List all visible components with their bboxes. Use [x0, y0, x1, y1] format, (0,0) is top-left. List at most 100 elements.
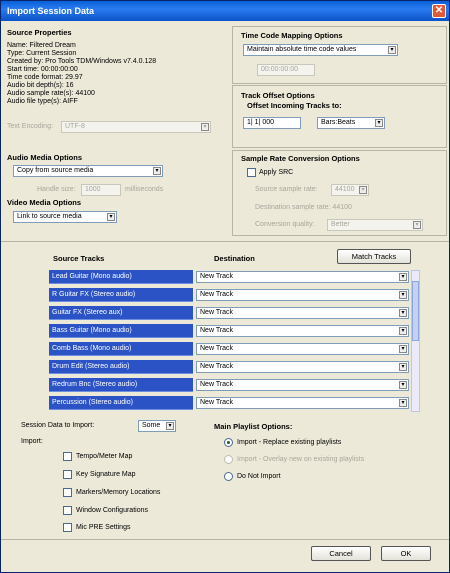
- footer-divider: [1, 539, 449, 540]
- chevron-down-icon: ▾: [399, 345, 407, 353]
- destination-value: New Track: [200, 327, 234, 334]
- playlist-replace-label: Import - Replace existing playlists: [237, 439, 342, 446]
- chevron-down-icon: ▾: [399, 399, 407, 407]
- track-row[interactable]: Bass Guitar (Mono audio) New Track ▾: [49, 324, 409, 338]
- chevron-down-icon: ▾: [399, 273, 407, 281]
- prop-line: Audio sample rate(s): 44100: [7, 90, 95, 97]
- destination-rate-label: Destination sample rate: 44100: [255, 204, 352, 211]
- source-track-name[interactable]: R Guitar FX (Stereo audio): [49, 288, 193, 302]
- destination-select[interactable]: New Track ▾: [196, 325, 409, 337]
- handle-size-value: 1000: [85, 186, 101, 193]
- window-title: Import Session Data: [7, 6, 95, 16]
- source-properties-panel: Source Properties Name: Filtered Dream T…: [5, 26, 230, 148]
- source-rate-value: 44100: [335, 186, 355, 193]
- track-offset-unit: Bars:Beats: [321, 119, 356, 126]
- source-track-name[interactable]: Percussion (Stereo audio): [49, 396, 193, 410]
- audio-media-select[interactable]: Copy from source media ▾: [13, 165, 163, 177]
- cancel-button[interactable]: Cancel: [311, 546, 371, 561]
- destination-value: New Track: [200, 309, 234, 316]
- destination-value: New Track: [200, 273, 234, 280]
- track-offset-unit-select[interactable]: Bars:Beats ▾: [317, 117, 385, 129]
- apply-src-label: Apply SRC: [259, 169, 294, 176]
- playlist-overlay-label: Import - Overlay new on existing playlis…: [237, 456, 365, 463]
- playlist-replace-radio[interactable]: [224, 438, 233, 447]
- conversion-quality-select[interactable]: Better ▾: [327, 219, 423, 231]
- conversion-quality-value: Better: [331, 221, 350, 228]
- time-code-value: 00:00:00:00: [261, 66, 298, 73]
- source-properties-heading: Source Properties: [7, 28, 72, 37]
- prop-line: Created by: Pro Tools TDM/Windows v7.4.0…: [7, 58, 157, 65]
- source-track-name[interactable]: Comb Bass (Mono audio): [49, 342, 193, 356]
- track-list-scrollbar[interactable]: [411, 270, 420, 412]
- prop-line: Audio bit depth(s): 16: [7, 82, 74, 89]
- chevron-down-icon: ▾: [399, 363, 407, 371]
- destination-value: New Track: [200, 291, 234, 298]
- title-bar: Import Session Data ✕: [1, 1, 449, 21]
- scrollbar-thumb[interactable]: [412, 281, 419, 341]
- session-data-value: Some: [142, 422, 161, 429]
- destination-select[interactable]: New Track ▾: [196, 361, 409, 373]
- track-row[interactable]: Percussion (Stereo audio) New Track ▾: [49, 396, 409, 410]
- source-track-name[interactable]: Bass Guitar (Mono audio): [49, 324, 193, 338]
- source-track-name[interactable]: Lead Guitar (Mono audio): [49, 270, 193, 284]
- track-row[interactable]: R Guitar FX (Stereo audio) New Track ▾: [49, 288, 409, 302]
- track-row[interactable]: Lead Guitar (Mono audio) New Track ▾: [49, 270, 409, 284]
- track-row[interactable]: Comb Bass (Mono audio) New Track ▾: [49, 342, 409, 356]
- sample-rate-heading: Sample Rate Conversion Options: [241, 154, 360, 163]
- key-signature-checkbox[interactable]: [63, 470, 72, 479]
- time-code-option: Maintain absolute time code values: [247, 46, 357, 53]
- track-row[interactable]: Redrum Bnc (Stereo audio) New Track ▾: [49, 378, 409, 392]
- handle-size-label: Handle size:: [37, 186, 76, 193]
- track-offset-value: 1| 1| 000: [247, 119, 274, 126]
- time-code-field[interactable]: 00:00:00:00: [257, 64, 315, 76]
- session-data-label: Session Data to Import:: [21, 422, 95, 429]
- track-offset-field[interactable]: 1| 1| 000: [243, 117, 301, 129]
- match-tracks-button[interactable]: Match Tracks: [337, 249, 411, 264]
- source-track-name[interactable]: Drum Edit (Stereo audio): [49, 360, 193, 374]
- session-data-select[interactable]: Some ▾: [138, 420, 176, 432]
- chevron-down-icon: ▾: [413, 221, 421, 229]
- playlist-overlay-radio[interactable]: [224, 455, 233, 464]
- destination-select[interactable]: New Track ▾: [196, 343, 409, 355]
- video-media-select[interactable]: Link to source media ▾: [13, 211, 117, 223]
- mic-pre-label: Mic PRE Settings: [76, 524, 131, 531]
- text-encoding-label: Text Encoding:: [7, 123, 53, 130]
- video-media-option: Link to source media: [17, 213, 82, 220]
- destination-select[interactable]: New Track ▾: [196, 379, 409, 391]
- mic-pre-checkbox[interactable]: [63, 523, 72, 532]
- apply-src-checkbox[interactable]: [247, 168, 256, 177]
- destination-value: New Track: [200, 345, 234, 352]
- track-row[interactable]: Drum Edit (Stereo audio) New Track ▾: [49, 360, 409, 374]
- source-track-name[interactable]: Redrum Bnc (Stereo audio): [49, 378, 193, 392]
- close-icon[interactable]: ✕: [432, 4, 446, 18]
- track-offset-heading: Track Offset Options: [241, 91, 315, 100]
- playlist-none-radio[interactable]: [224, 472, 233, 481]
- text-encoding-value: UTF-8: [65, 123, 85, 130]
- time-code-panel: Time Code Mapping Options Maintain absol…: [232, 26, 447, 84]
- markers-checkbox[interactable]: [63, 488, 72, 497]
- destination-select[interactable]: New Track ▾: [196, 397, 409, 409]
- destination-select[interactable]: New Track ▾: [196, 307, 409, 319]
- source-rate-select[interactable]: 44100 ▾: [331, 184, 369, 196]
- chevron-down-icon: ▾: [388, 46, 396, 54]
- chevron-down-icon: ▾: [201, 123, 209, 131]
- chevron-down-icon: ▾: [399, 291, 407, 299]
- track-row[interactable]: Guitar FX (Stereo aux) New Track ▾: [49, 306, 409, 320]
- text-encoding-select[interactable]: UTF-8 ▾: [61, 121, 211, 133]
- prop-line: Audio file type(s): AIFF: [7, 98, 78, 105]
- markers-label: Markers/Memory Locations: [76, 489, 161, 496]
- handle-size-field[interactable]: 1000: [81, 184, 121, 196]
- chevron-down-icon: ▾: [399, 381, 407, 389]
- track-offset-panel: Track Offset Options Offset Incoming Tra…: [232, 85, 447, 148]
- destination-select[interactable]: New Track ▾: [196, 289, 409, 301]
- window-config-checkbox[interactable]: [63, 506, 72, 515]
- destination-select[interactable]: New Track ▾: [196, 271, 409, 283]
- tempo-meter-checkbox[interactable]: [63, 452, 72, 461]
- ok-button[interactable]: OK: [381, 546, 431, 561]
- time-code-select[interactable]: Maintain absolute time code values ▾: [243, 44, 398, 56]
- section-divider: [1, 241, 449, 242]
- sample-rate-panel: Sample Rate Conversion Options Apply SRC…: [232, 150, 447, 236]
- chevron-down-icon: ▾: [375, 119, 383, 127]
- prop-line: Time code format: 29.97: [7, 74, 83, 81]
- source-track-name[interactable]: Guitar FX (Stereo aux): [49, 306, 193, 320]
